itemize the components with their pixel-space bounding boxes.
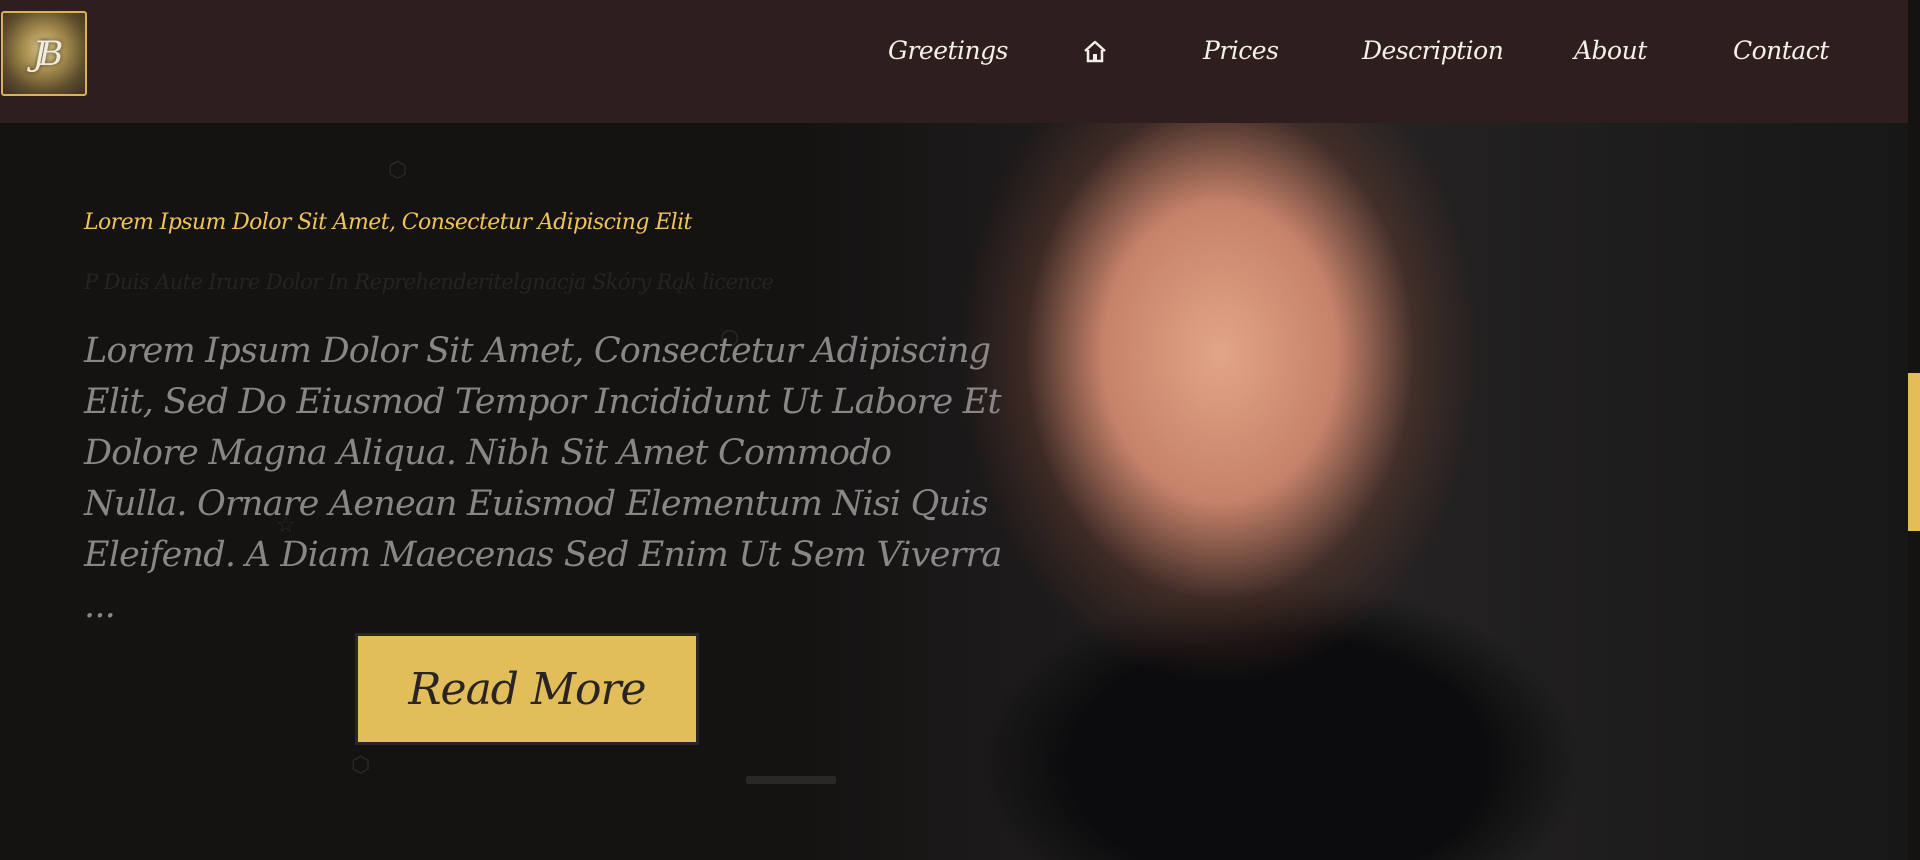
hexagon-small-decoration-icon: ⬡	[351, 753, 371, 778]
top-navigation-bar: JB Greetings Prices Description About Co…	[0, 0, 1908, 123]
brand-logo[interactable]: JB	[1, 11, 87, 96]
logo-monogram: JB	[32, 33, 63, 74]
nav-contact[interactable]: Contact	[1733, 36, 1829, 65]
home-icon-glyph	[1084, 40, 1106, 63]
nav-prices[interactable]: Prices	[1203, 36, 1279, 65]
hero-subtitle: Lorem Ipsum Dolor Sit Amet, Consectetur …	[84, 210, 692, 235]
home-icon[interactable]	[1082, 40, 1108, 64]
decorative-dash	[746, 776, 836, 784]
hero-faint-line: P Duis Aute Irure Dolor In Reprehenderit…	[84, 270, 774, 294]
nav-greetings[interactable]: Greetings	[888, 36, 1009, 65]
read-more-label: Read More	[408, 663, 646, 715]
read-more-button[interactable]: Read More	[355, 633, 699, 745]
hexagon-decoration-icon: ⬡	[388, 158, 408, 183]
nav-description[interactable]: Description	[1362, 36, 1504, 65]
nav-about[interactable]: About	[1574, 36, 1647, 65]
side-scroll-tab[interactable]	[1908, 373, 1920, 531]
hero-body-text: Lorem Ipsum Dolor Sit Amet, Consectetur …	[84, 331, 1002, 626]
